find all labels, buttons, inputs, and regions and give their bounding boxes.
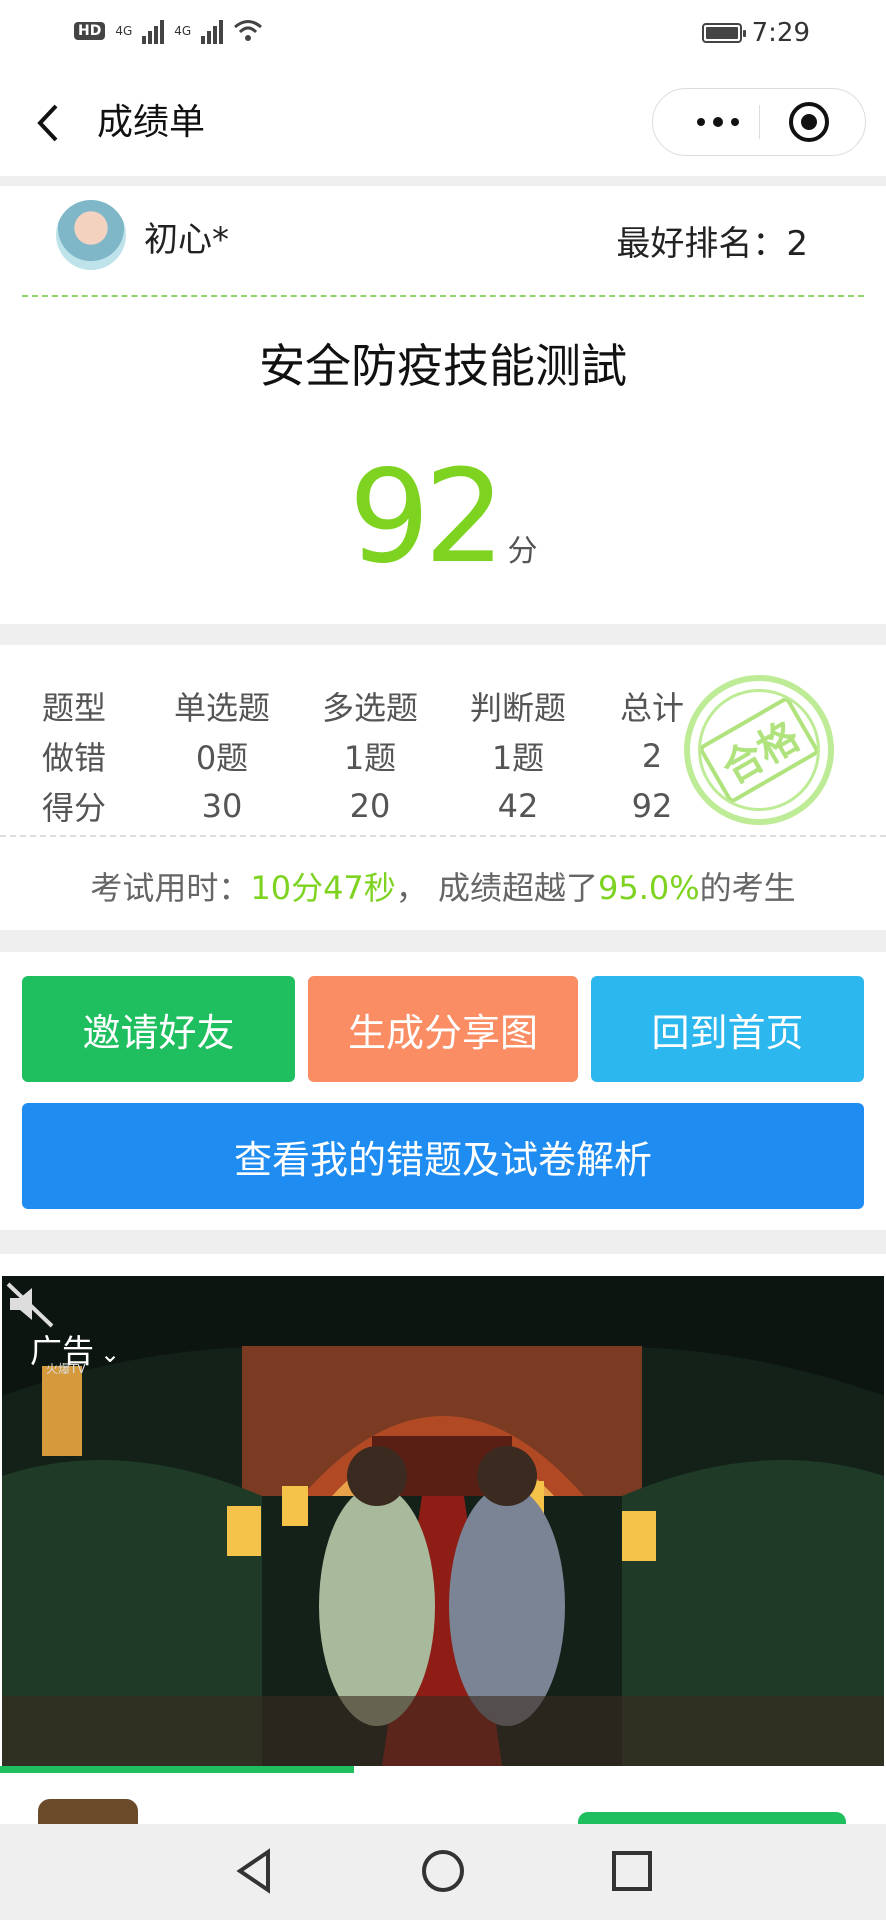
clock: 7:29	[751, 18, 810, 48]
stats-cell: 30	[201, 787, 243, 825]
ad-video[interactable]: 广告 ⌄ 火爆TV	[2, 1276, 884, 1766]
hd-badge: HD	[74, 22, 106, 40]
stats-cell: 1题	[343, 739, 397, 777]
status-bar: HD 4G 4G 7:29	[0, 0, 886, 70]
username: 初心*	[144, 220, 229, 260]
invite-friends-button[interactable]: 邀请好友	[22, 976, 295, 1082]
recents-square-icon[interactable]	[610, 1846, 654, 1896]
avatar	[56, 200, 126, 270]
dashed-divider	[22, 295, 864, 297]
back-arrow-icon[interactable]	[30, 100, 70, 146]
network-indicators: HD 4G 4G	[74, 18, 263, 44]
score-unit: 分	[507, 534, 538, 569]
summary-prefix: 考试用时：	[90, 869, 251, 907]
percentile: 95.0%	[597, 869, 700, 907]
network-4g-label-2: 4G	[174, 24, 192, 38]
network-4g-label: 4G	[115, 24, 133, 38]
system-navigation-bar	[0, 1824, 886, 1920]
pass-stamp-text: 合格	[697, 695, 821, 805]
score-value: 92	[348, 443, 506, 592]
stats-cell: 0题	[195, 739, 249, 777]
ad-scene-image	[2, 1276, 884, 1766]
home-circle-icon[interactable]	[420, 1846, 466, 1896]
stats-cell: 做错	[41, 739, 106, 777]
action-buttons: 邀请好友 生成分享图 回到首页 查看我的错题及试卷解析	[0, 952, 886, 1230]
back-to-home-button[interactable]: 回到首页	[591, 976, 864, 1082]
best-rank-value: 2	[786, 224, 808, 264]
summary-suffix: 的考生	[699, 869, 796, 907]
back-triangle-icon[interactable]	[232, 1846, 276, 1896]
dashed-divider-2	[0, 835, 886, 837]
stats-cell: 20	[349, 787, 391, 825]
ad-card: 广告 ⌄ 火爆TV	[0, 1254, 886, 1842]
nav-bar: 成绩单	[0, 70, 886, 176]
close-target-icon[interactable]	[789, 102, 829, 142]
generate-share-image-button[interactable]: 生成分享图	[308, 976, 578, 1082]
status-right: 7:29	[701, 18, 810, 48]
page-title: 成绩单	[97, 102, 206, 143]
mute-icon[interactable]	[2, 1276, 58, 1332]
score-display: 92 分	[0, 448, 886, 588]
score-card: 初心* 最好排名：2 安全防疫技能测試 92 分	[0, 186, 886, 624]
stats-cell: 1题	[491, 739, 545, 777]
review-mistakes-button[interactable]: 查看我的错题及试卷解析	[22, 1103, 864, 1209]
stats-cell: 多选题	[321, 689, 418, 727]
stats-cell: 得分	[41, 789, 106, 827]
chevron-down-icon: ⌄	[100, 1340, 121, 1368]
exam-title: 安全防疫技能测試	[259, 339, 627, 393]
stats-card: 题型 单选题 多选题 判断题 总计 做错 0题 1题 1题 2 得分 30 20…	[0, 645, 886, 930]
stats-cell: 42	[497, 787, 539, 825]
more-options-icon[interactable]	[673, 89, 763, 155]
battery-icon	[701, 23, 746, 43]
ad-progress-bar	[0, 1766, 355, 1773]
stats-cell: 单选题	[173, 689, 270, 727]
signal-icon	[142, 18, 165, 44]
exam-duration: 10分47秒	[250, 869, 396, 907]
mini-program-capsule	[652, 88, 866, 156]
stats-cell: 判断题	[469, 689, 566, 727]
exam-summary: 考试用时：10分47秒， 成绩超越了95.0%的考生	[0, 863, 886, 909]
capsule-divider	[759, 105, 760, 139]
stats-cell: 92	[631, 787, 673, 825]
summary-mid: ， 成绩超越了	[395, 869, 598, 907]
ad-source: 火爆TV	[46, 1362, 86, 1376]
wifi-icon	[234, 20, 263, 41]
signal-icon-2	[201, 18, 224, 44]
best-rank-label: 最好排名：	[616, 224, 787, 264]
best-rank: 最好排名：2	[616, 216, 808, 265]
stats-cell: 题型	[41, 689, 106, 727]
